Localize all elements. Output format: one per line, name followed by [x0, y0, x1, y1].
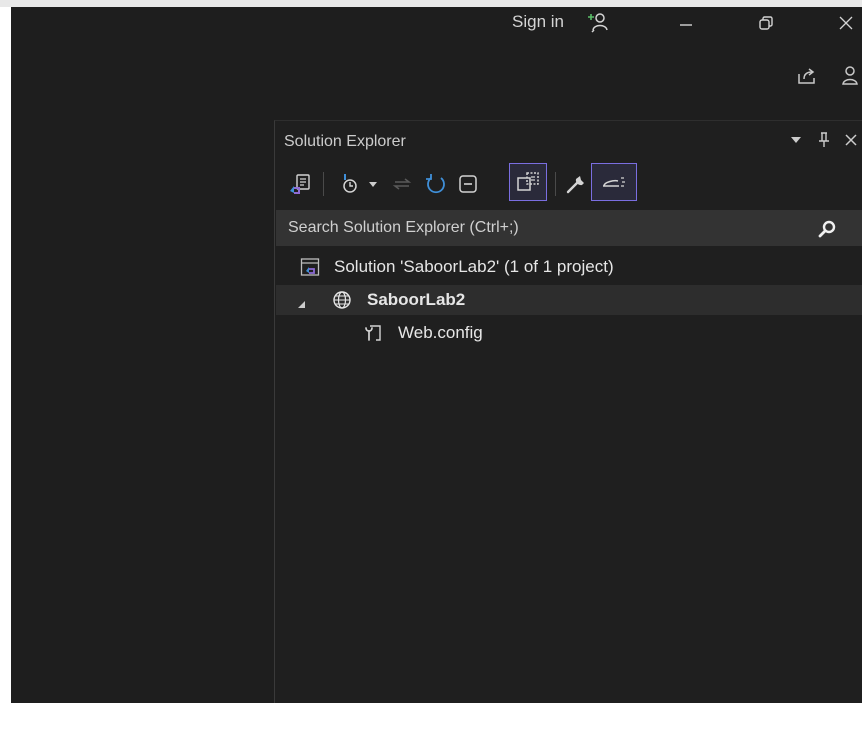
profile-icon[interactable] — [838, 64, 862, 88]
tree-item-project[interactable]: SaboorLab2 — [276, 285, 862, 315]
search-icon[interactable] — [817, 218, 839, 240]
window-left-strip — [0, 7, 11, 703]
search-box — [276, 210, 862, 246]
window-bottom-strip — [0, 703, 862, 729]
search-input[interactable] — [276, 210, 808, 246]
switch-views-icon[interactable] — [285, 169, 315, 199]
sync-icon[interactable] — [387, 169, 417, 199]
pin-icon[interactable] — [815, 130, 833, 150]
close-icon[interactable] — [841, 130, 861, 150]
minimize-icon[interactable] — [672, 12, 700, 34]
solution-icon — [300, 257, 320, 277]
tree-item-label: SaboorLab2 — [367, 290, 466, 309]
solution-explorer-panel: Solution Explorer Search Solution Explor… — [274, 120, 862, 703]
tree-item-solution[interactable]: Solution 'SaboorLab2' (1 of 1 project) — [276, 252, 862, 282]
show-all-files-icon[interactable] — [509, 163, 547, 201]
properties-icon[interactable] — [561, 169, 591, 199]
dropdown-arrow-icon[interactable] — [787, 131, 805, 149]
window-top-strip — [0, 0, 862, 7]
toolbar-separator — [323, 172, 324, 196]
tree-item-web-config[interactable]: Web.config — [276, 318, 862, 348]
share-icon[interactable] — [794, 64, 820, 88]
refresh-icon[interactable] — [421, 169, 451, 199]
add-account-icon[interactable] — [584, 9, 612, 35]
close-window-icon[interactable] — [832, 12, 860, 34]
collapse-all-icon[interactable] — [453, 169, 483, 199]
sign-in-button[interactable]: Sign in — [512, 11, 564, 33]
preview-selected-items-icon[interactable] — [591, 163, 637, 201]
restore-icon[interactable] — [752, 12, 780, 34]
dropdown-icon[interactable] — [366, 175, 380, 193]
tree-item-label: Web.config — [398, 323, 483, 342]
config-file-icon — [364, 323, 384, 343]
expand-arrow-icon[interactable] — [296, 294, 308, 308]
globe-icon — [332, 290, 352, 310]
pending-changes-filter-icon[interactable] — [335, 169, 365, 199]
toolbar-separator — [555, 172, 556, 196]
panel-title: Solution Explorer — [284, 133, 406, 150]
tree-item-label: Solution 'SaboorLab2' (1 of 1 project) — [334, 257, 614, 276]
